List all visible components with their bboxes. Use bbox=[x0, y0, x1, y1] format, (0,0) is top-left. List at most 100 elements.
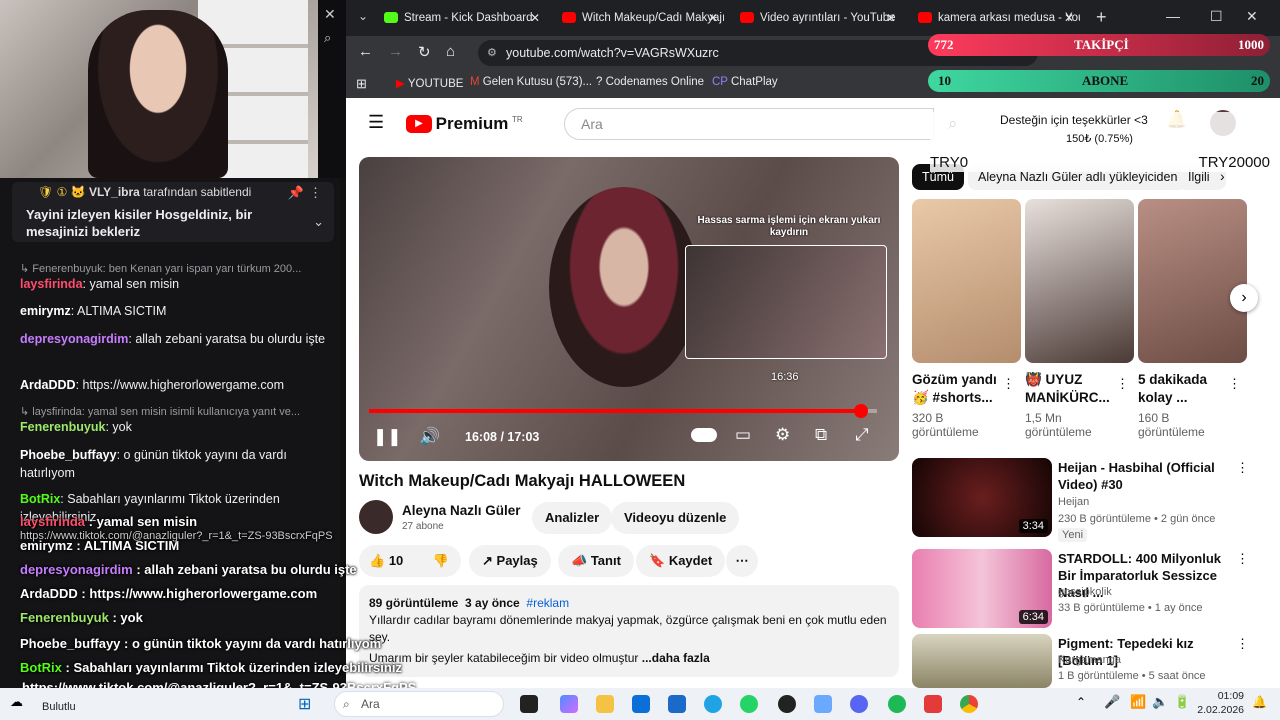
youtube-logo[interactable]: ▶ Premium TR bbox=[406, 114, 523, 134]
tray-chevron-icon[interactable]: ⌃ bbox=[1076, 695, 1086, 709]
short-title-3[interactable]: 5 dakikada kolay ... bbox=[1138, 371, 1230, 407]
microphone-icon[interactable]: 🎤 bbox=[1104, 694, 1120, 710]
video-player[interactable]: Hassas sarma işlemi için ekranı yukarı k… bbox=[359, 157, 899, 461]
volume-icon[interactable]: 🔊 bbox=[419, 427, 440, 447]
chat-link-preview[interactable]: https://www.tiktok.com/@anazliguler?_r=1… bbox=[20, 530, 333, 542]
fullscreen-icon[interactable]: ⤢ bbox=[855, 425, 869, 445]
edge-icon[interactable] bbox=[704, 695, 722, 713]
start-icon[interactable]: ⊞ bbox=[298, 694, 311, 714]
short-more-icon-1[interactable]: ⋮ bbox=[1002, 376, 1015, 392]
maximize-button[interactable]: ☐ bbox=[1210, 8, 1223, 25]
settings-icon[interactable]: ⚙ bbox=[775, 425, 790, 445]
taskbar-search[interactable]: ⌕ Ara bbox=[334, 691, 504, 717]
short-title-2[interactable]: 👹 UYUZ MANİKÜRC... bbox=[1025, 371, 1117, 407]
video-thumbnail-3[interactable] bbox=[912, 634, 1052, 688]
miniplayer-icon[interactable]: ⧉ bbox=[815, 425, 827, 445]
clock-date[interactable]: 2.02.2026 bbox=[1196, 704, 1244, 716]
chat-username[interactable]: laysfirinda bbox=[20, 277, 83, 291]
close-icon[interactable]: ✕ bbox=[324, 6, 336, 23]
video-channel-1[interactable]: Heijan bbox=[1058, 496, 1089, 508]
analytics-button[interactable]: Analizler bbox=[532, 502, 613, 534]
progress-knob[interactable] bbox=[854, 404, 868, 418]
save-button[interactable]: 🔖 Kaydet bbox=[636, 545, 726, 577]
bookmark-gmail[interactable]: M Gelen Kutusu (573)... bbox=[470, 76, 592, 88]
clock-time[interactable]: 01:09 bbox=[1204, 690, 1244, 702]
spotify-icon[interactable] bbox=[888, 695, 906, 713]
tab-close-icon[interactable]: ✕ bbox=[530, 6, 540, 30]
show-more-link[interactable]: ...daha fazla bbox=[642, 651, 710, 665]
chrome-icon[interactable] bbox=[960, 695, 978, 713]
tab-close-icon[interactable]: ✕ bbox=[886, 6, 896, 30]
obs-icon[interactable] bbox=[778, 695, 796, 713]
chat-username[interactable]: depresyonagirdim bbox=[20, 332, 128, 346]
wifi-icon[interactable]: 📶 bbox=[1130, 694, 1146, 710]
short-more-icon-2[interactable]: ⋮ bbox=[1116, 376, 1129, 392]
tab-list-icon[interactable]: ⌄ bbox=[358, 9, 368, 23]
battery-icon[interactable]: 🔋 bbox=[1174, 694, 1190, 710]
video-thumbnail-2[interactable]: 6:34 bbox=[912, 549, 1052, 628]
video-more-icon-2[interactable]: ⋮ bbox=[1236, 551, 1249, 567]
new-tab-button[interactable]: + bbox=[1096, 7, 1107, 28]
outlook-icon[interactable] bbox=[668, 695, 686, 713]
home-icon[interactable]: ⌂ bbox=[446, 43, 455, 60]
close-window-button[interactable]: ✕ bbox=[1246, 8, 1258, 25]
streaming-app-icon[interactable] bbox=[924, 695, 942, 713]
chat-username[interactable]: emirymz bbox=[20, 304, 71, 318]
video-channel-2[interactable]: gossipkolik bbox=[1058, 586, 1112, 598]
more-icon[interactable]: ⋮ bbox=[309, 185, 322, 201]
tab-3[interactable]: Video ayrıntıları - YouTube ✕ bbox=[732, 6, 902, 34]
volume-icon[interactable]: 🔈 bbox=[1152, 694, 1168, 710]
tab-4[interactable]: kamera arkası medusa - YouTube✕ bbox=[910, 6, 1080, 34]
apps-icon[interactable]: ⊞ bbox=[356, 76, 367, 92]
chat-username[interactable]: ArdaDDD bbox=[20, 378, 76, 392]
taskview-icon[interactable] bbox=[520, 695, 538, 713]
tab-2[interactable]: Witch Makeup/Cadı Makyajı ✕ bbox=[554, 6, 724, 34]
pin-icon[interactable]: 📌 bbox=[288, 185, 304, 201]
back-icon[interactable]: ← bbox=[358, 43, 373, 60]
file-explorer-icon[interactable] bbox=[596, 695, 614, 713]
shorts-next-button[interactable]: › bbox=[1230, 284, 1258, 312]
whatsapp-icon[interactable] bbox=[740, 695, 758, 713]
more-actions-button[interactable]: ⋯ bbox=[726, 545, 758, 577]
tab-1[interactable]: Stream - Kick Dashboard ✕ bbox=[376, 6, 546, 34]
notification-bell-icon[interactable]: 🔔 bbox=[1252, 695, 1267, 709]
short-thumbnail-3[interactable] bbox=[1138, 199, 1247, 363]
tab-close-icon[interactable]: ✕ bbox=[708, 6, 718, 30]
short-thumbnail-2[interactable] bbox=[1025, 199, 1134, 363]
pause-icon[interactable]: ❚❚ bbox=[373, 427, 402, 447]
bookmark-youtube[interactable]: ▶ YOUTUBE bbox=[396, 76, 463, 90]
minimize-button[interactable]: — bbox=[1166, 8, 1180, 24]
site-info-icon[interactable]: ⚙ bbox=[487, 40, 497, 66]
app-icon[interactable] bbox=[814, 695, 832, 713]
menu-icon[interactable]: ☰ bbox=[368, 112, 384, 133]
chat-username[interactable]: Fenerenbuyuk bbox=[20, 420, 105, 434]
short-thumbnail-1[interactable] bbox=[912, 199, 1021, 363]
zoom-icon[interactable]: ⌕ bbox=[324, 30, 331, 46]
reload-icon[interactable]: ↻ bbox=[418, 43, 431, 61]
copilot-icon[interactable] bbox=[560, 695, 578, 713]
video-channel-3[interactable]: Kargamanga bbox=[1058, 654, 1121, 666]
tab-close-icon[interactable]: ✕ bbox=[1064, 6, 1074, 30]
video-more-icon-3[interactable]: ⋮ bbox=[1236, 636, 1249, 652]
store-icon[interactable] bbox=[632, 695, 650, 713]
short-title-1[interactable]: Gözüm yandı 🥳 #shorts... bbox=[912, 371, 1004, 407]
autoplay-toggle[interactable] bbox=[691, 428, 717, 442]
short-more-icon-3[interactable]: ⋮ bbox=[1228, 376, 1241, 392]
video-more-icon-1[interactable]: ⋮ bbox=[1236, 460, 1249, 476]
bookmark-chatplay[interactable]: CP ChatPlay bbox=[712, 76, 778, 88]
chat-username[interactable]: Phoebe_buffayy bbox=[20, 448, 117, 462]
video-thumbnail-1[interactable]: 3:34 bbox=[912, 458, 1052, 537]
weather-icon[interactable]: ☁ bbox=[10, 694, 23, 710]
hashtag-link[interactable]: #reklam bbox=[526, 596, 569, 610]
share-button[interactable]: ↗ Paylaş bbox=[469, 545, 551, 577]
discord-icon[interactable] bbox=[850, 695, 868, 713]
edit-video-button[interactable]: Videoyu düzenle bbox=[611, 502, 740, 534]
forward-icon[interactable]: → bbox=[388, 43, 403, 60]
video-title-1[interactable]: Heijan - Hasbihal (Official Video) #30 bbox=[1058, 459, 1228, 493]
search-input[interactable]: Ara bbox=[564, 108, 934, 140]
promote-button[interactable]: 📣 Tanıt bbox=[558, 545, 634, 577]
weather-text[interactable]: Bulutlu bbox=[42, 701, 76, 713]
chevron-down-icon[interactable]: ⌄ bbox=[313, 214, 324, 230]
bookmark-codenames[interactable]: ? Codenames Online bbox=[596, 76, 704, 88]
subtitles-icon[interactable]: ▭ bbox=[735, 425, 751, 445]
